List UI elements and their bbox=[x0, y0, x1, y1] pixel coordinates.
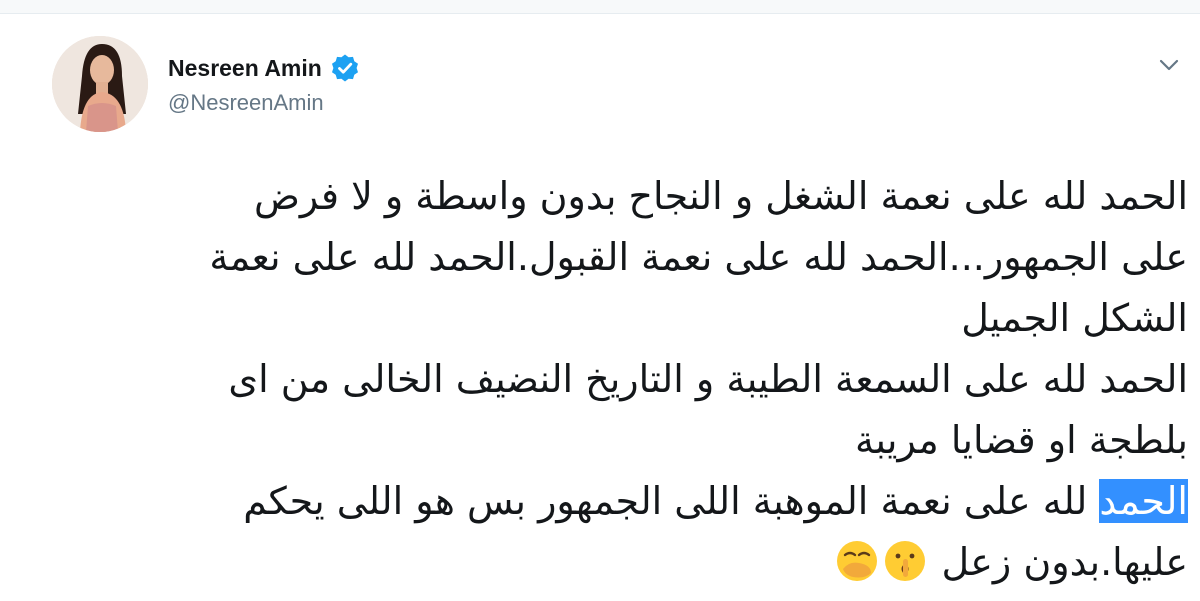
tweet-line-2: على الجمهور...الحمد لله على نعمة القبول.… bbox=[209, 235, 1188, 279]
display-name[interactable]: Nesreen Amin bbox=[168, 55, 322, 82]
tweet-line-5: بلطجة او قضايا مريبة bbox=[855, 418, 1188, 462]
tweet-line-6: الحمد لله على نعمة الموهبة اللى الجمهور … bbox=[40, 471, 1188, 532]
selected-text: الحمد bbox=[1099, 479, 1188, 523]
tweet-line-3: الشكل الجميل bbox=[961, 296, 1188, 340]
shushing-face-emoji-icon bbox=[883, 539, 927, 583]
tweet-text: الحمد لله على نعمة الشغل و النجاح بدون و… bbox=[40, 166, 1188, 593]
tweet-line-7: عليها.بدون زعل bbox=[40, 532, 1188, 593]
tweet-card: Nesreen Amin @NesreenAmin الحمد لله على … bbox=[0, 14, 1200, 584]
verified-badge-icon bbox=[330, 53, 360, 83]
tweet-line-1: الحمد لله على نعمة الشغل و النجاح بدون و… bbox=[253, 174, 1188, 218]
tweet-line-4: الحمد لله على السمعة الطيبة و التاريخ ال… bbox=[228, 357, 1188, 401]
tweet-line-6-rest: لله على نعمة الموهبة اللى الجمهور بس هو … bbox=[243, 479, 1100, 523]
avatar-image bbox=[52, 36, 148, 132]
user-handle[interactable]: @NesreenAmin bbox=[168, 90, 324, 116]
hand-over-mouth-emoji-icon bbox=[835, 539, 879, 583]
tweet-line-7-text: عليها.بدون زعل bbox=[929, 540, 1188, 584]
avatar[interactable] bbox=[52, 36, 148, 132]
chevron-down-icon[interactable] bbox=[1156, 52, 1182, 78]
name-row: Nesreen Amin bbox=[168, 52, 360, 84]
timeline-top-strip bbox=[0, 0, 1200, 14]
